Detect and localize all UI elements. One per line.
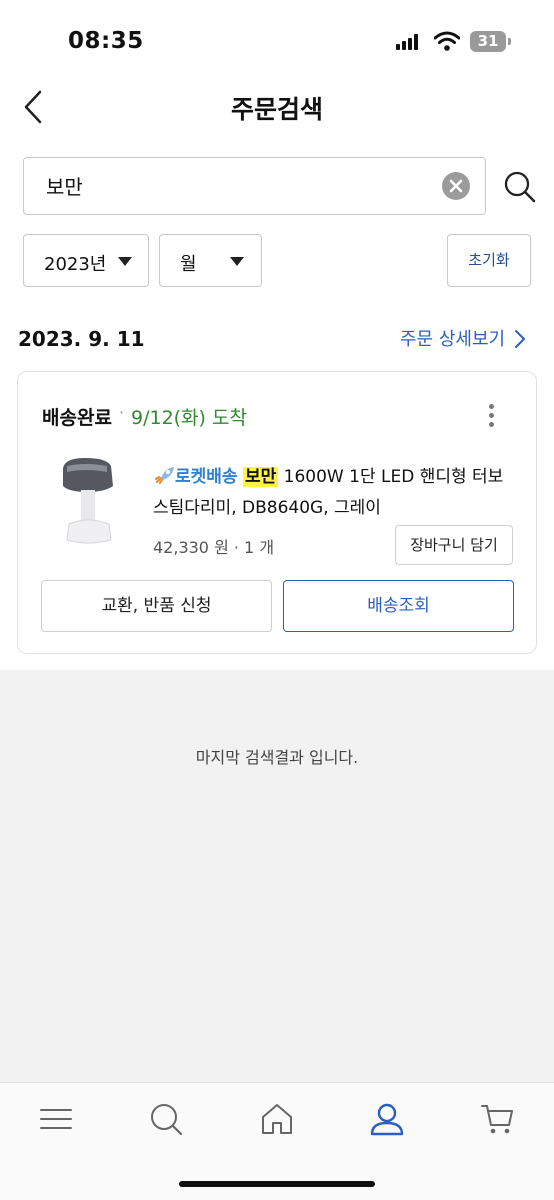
add-to-cart-button[interactable]: 장바구니 담기 bbox=[395, 525, 513, 565]
battery-icon: 31 bbox=[470, 31, 506, 52]
product-price: 42,330 원 · 1 개 bbox=[153, 538, 275, 557]
month-select[interactable]: 월 bbox=[159, 234, 262, 287]
product-name-text: 1600W 1단 LED 핸디형 터보 bbox=[278, 467, 504, 487]
battery-tip bbox=[508, 38, 511, 45]
chevron-down-icon bbox=[118, 257, 132, 266]
home-indicator bbox=[179, 1181, 375, 1187]
order-date: 2023. 9. 11 bbox=[18, 327, 145, 351]
menu-icon[interactable] bbox=[38, 1101, 74, 1137]
cart-icon[interactable] bbox=[480, 1101, 516, 1137]
search-input[interactable] bbox=[46, 173, 426, 197]
clear-icon[interactable] bbox=[442, 172, 470, 200]
month-select-label: 월 bbox=[180, 254, 197, 275]
order-card: 배송완료 · 9/12(화) 도착 로켓배송 보만 1600W 1단 LED 핸… bbox=[17, 371, 537, 654]
chevron-right-icon[interactable] bbox=[514, 329, 526, 349]
rocket-delivery-label: 로켓배송 bbox=[175, 467, 238, 487]
chevron-down-icon bbox=[230, 257, 244, 266]
search-icon[interactable] bbox=[148, 1101, 184, 1137]
wifi-icon bbox=[434, 31, 460, 51]
order-detail-link[interactable]: 주문 상세보기 bbox=[400, 325, 505, 351]
product-name[interactable]: 로켓배송 보만 1600W 1단 LED 핸디형 터보 bbox=[153, 462, 503, 487]
exchange-return-button[interactable]: 교환, 반품 신청 bbox=[41, 580, 272, 632]
home-icon[interactable] bbox=[259, 1101, 295, 1137]
page-title: 주문검색 bbox=[230, 95, 323, 124]
signal-icon bbox=[396, 34, 422, 50]
arrival-date: 9/12(화) 도착 bbox=[131, 407, 247, 429]
product-name-line2[interactable]: 스팀다리미, DB8640G, 그레이 bbox=[153, 493, 381, 518]
year-select-label: 2023년 bbox=[44, 254, 107, 275]
reset-button[interactable]: 초기화 bbox=[447, 234, 531, 287]
year-select[interactable]: 2023년 bbox=[23, 234, 149, 287]
search-icon[interactable] bbox=[503, 170, 537, 204]
search-box bbox=[23, 157, 486, 215]
more-icon[interactable] bbox=[489, 404, 495, 428]
status-time: 08:35 bbox=[68, 28, 144, 54]
track-delivery-button[interactable]: 배송조회 bbox=[283, 580, 514, 632]
my-icon[interactable] bbox=[369, 1101, 405, 1137]
end-of-results-message: 마지막 검색결과 입니다. bbox=[195, 748, 359, 767]
product-thumbnail[interactable] bbox=[55, 454, 125, 550]
delivery-status: 배송완료 bbox=[42, 407, 112, 429]
search-highlight: 보만 bbox=[242, 467, 279, 487]
status-separator: · bbox=[119, 403, 125, 422]
rocket-icon bbox=[155, 467, 174, 484]
